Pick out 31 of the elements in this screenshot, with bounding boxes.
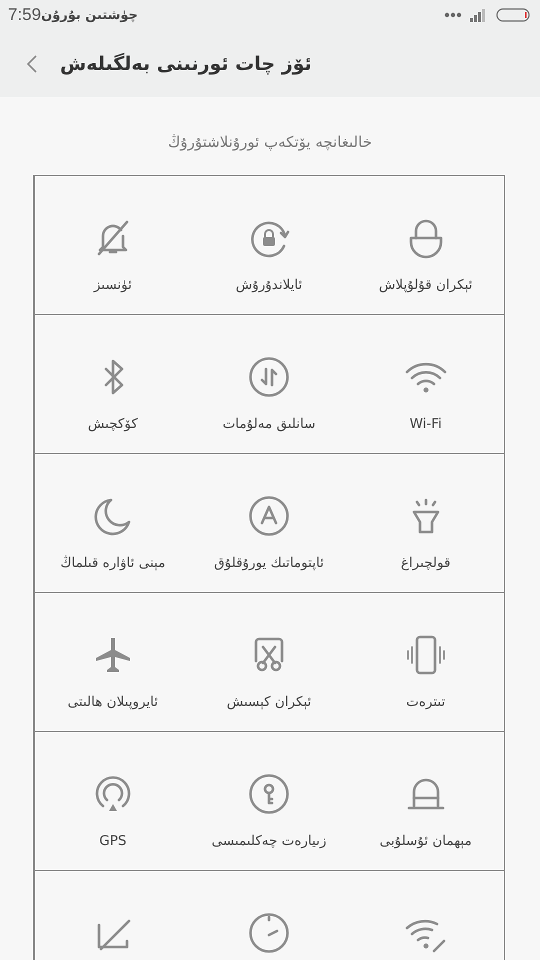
tile-label: سانلىق مەلۇمات <box>222 416 316 432</box>
more-dots-icon <box>444 12 462 18</box>
page-title: ئۆز چات ئورنىنى بەلگىلەش <box>60 52 312 74</box>
tile-label: مېھمان ئۇسلۇبى <box>380 833 472 849</box>
speedometer-icon <box>247 911 292 955</box>
toggle-tile[interactable] <box>247 911 292 955</box>
tile-label: كۆكچىش <box>88 416 138 432</box>
tile-label: ئېكران كېسىش <box>226 694 312 710</box>
instruction-text: خالىغانچە يۆتكەپ ئورۇنلاشتۇرۇڭ <box>167 132 373 153</box>
tile-label: ئۈنسىز <box>94 277 132 293</box>
tile-label: قولچىراغ <box>400 555 450 571</box>
toggle-tile[interactable] <box>247 494 292 538</box>
tile-label: ئېكران قۇلۇپلاش <box>378 277 472 293</box>
chevron-left-icon <box>26 54 38 74</box>
toggle-tile[interactable] <box>247 772 292 816</box>
auto-brightness-icon <box>247 494 292 538</box>
tile-label: تىترەت <box>406 694 446 710</box>
tile-label: ئاپتوماتىك يورۇقلۇق <box>214 555 324 571</box>
battery-icon <box>496 8 530 22</box>
tile-label: GPS <box>99 833 126 849</box>
key-icon <box>247 772 292 816</box>
time-period: چۈشتىن بۇرۇن <box>41 8 138 22</box>
tile-label: Wi-Fi <box>410 416 442 432</box>
toggle-tile[interactable] <box>247 355 292 399</box>
signal-icon <box>470 8 488 22</box>
tile-label: ئايلاندۇرۇش <box>236 277 302 293</box>
tile-label: مېنى ئاۋارە قىلماڭ <box>60 555 166 571</box>
tile-label: ئايروپىلان ھالىتى <box>68 694 158 710</box>
tile-label: زىيارەت چەكلىمىسى <box>212 833 326 849</box>
clock-time: 7:59 <box>8 5 42 25</box>
data-transfer-icon <box>247 355 292 399</box>
